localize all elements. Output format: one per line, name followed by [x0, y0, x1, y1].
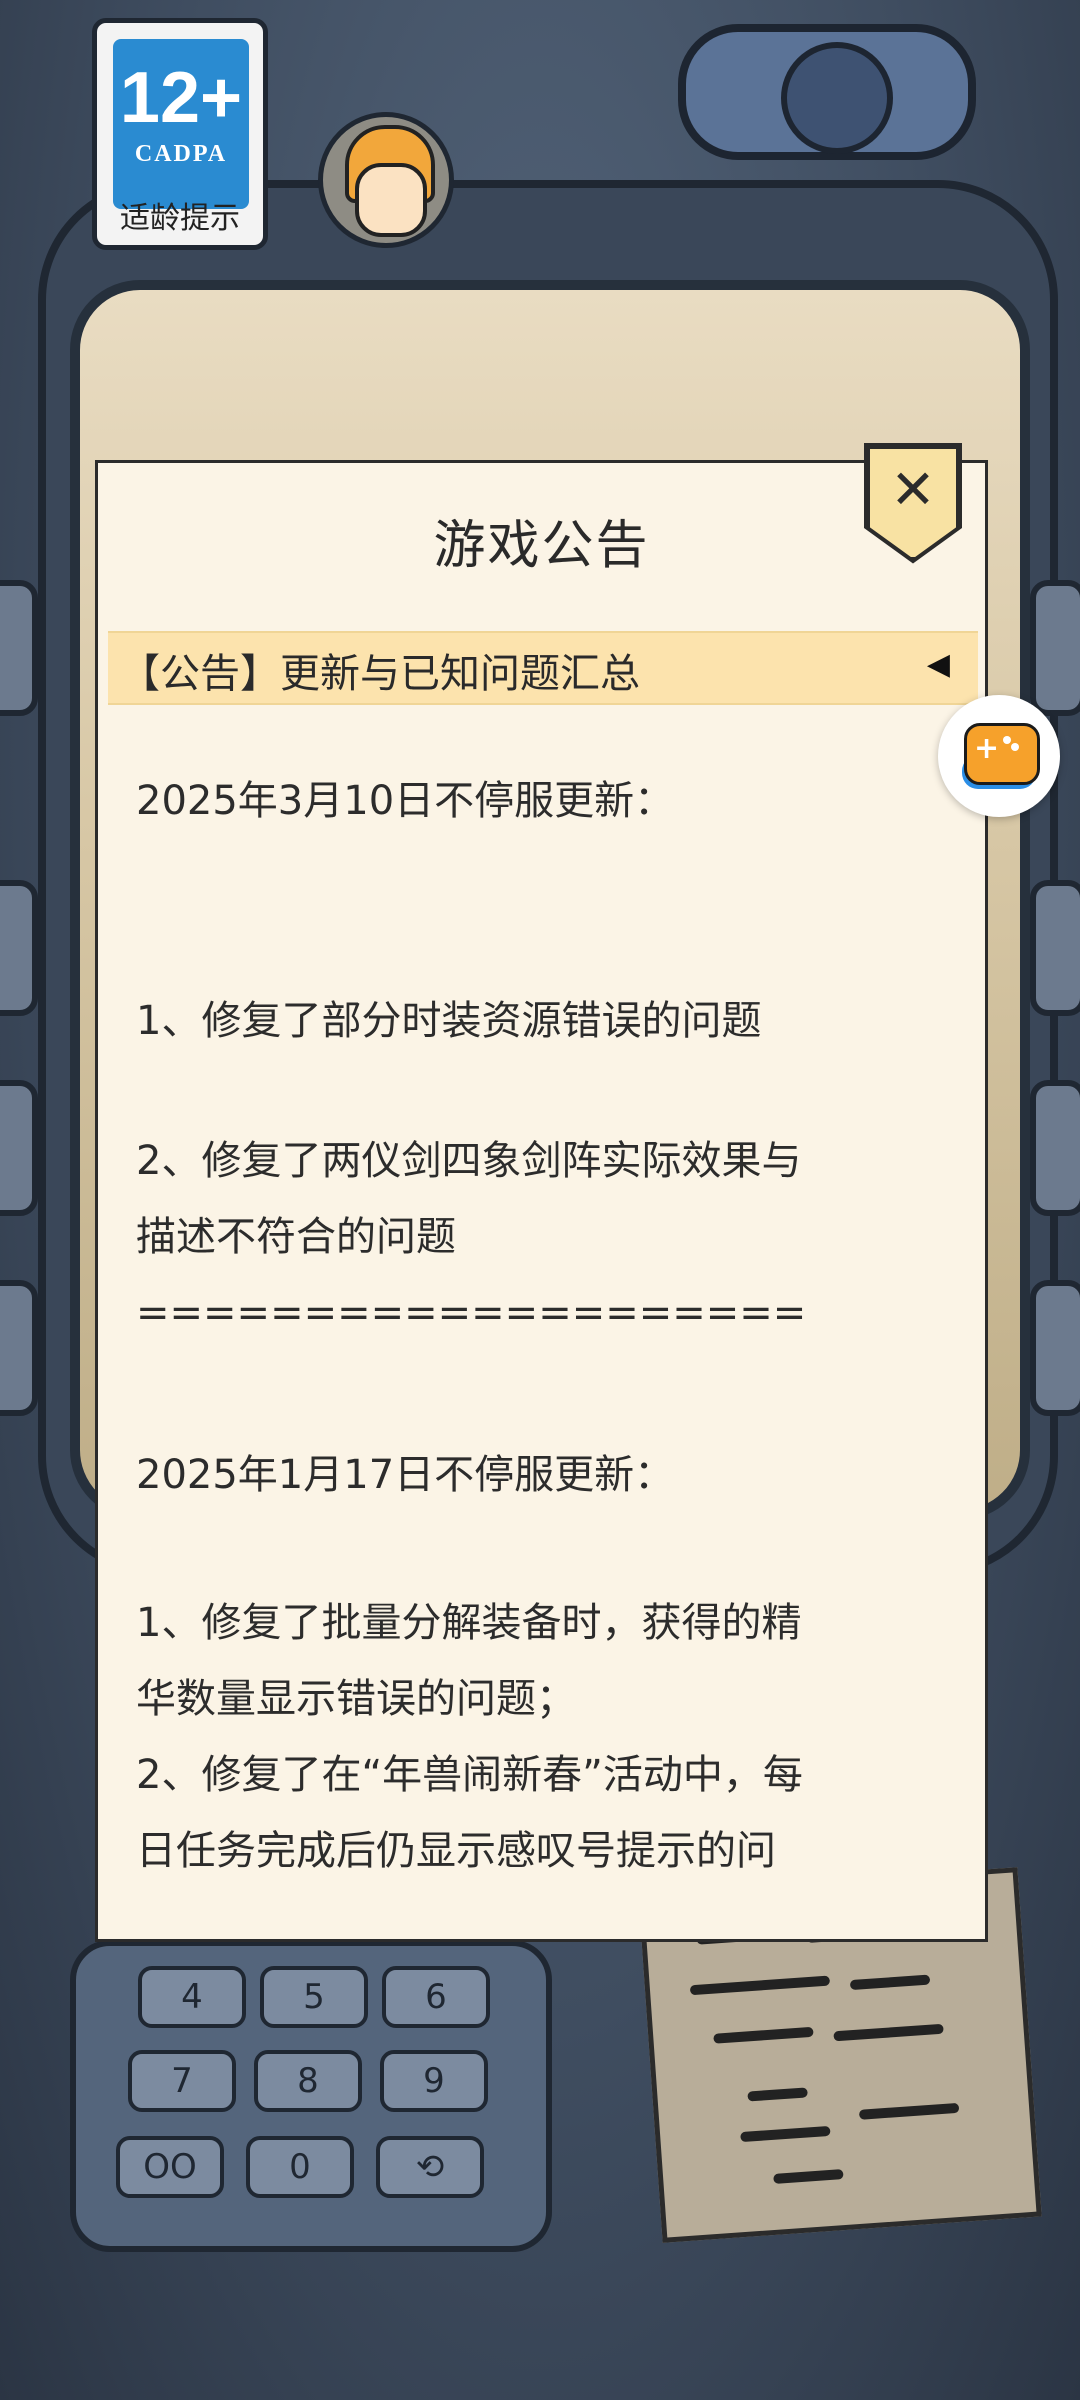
triangle-left-icon[interactable]: ◀ — [927, 647, 950, 682]
customer-service-avatar[interactable] — [318, 112, 454, 248]
age-rating-badge: 12+ CADPA 适龄提示 — [92, 18, 268, 250]
age-rating-panel: 12+ CADPA — [113, 39, 249, 209]
notice-title: 【公告】更新与已知问题汇总 — [120, 651, 640, 697]
gamepad-plus-icon: + — [974, 731, 1000, 766]
side-button-left-4 — [0, 1280, 38, 1416]
age-tip-label: 适龄提示 — [120, 201, 240, 236]
content-line: ==================== — [136, 1290, 807, 1336]
content-line: 2025年3月10日不停服更新： — [136, 778, 675, 824]
announcement-dialog: 游戏公告 ✕ 【公告】更新与已知问题汇总 ◀ 2025年3月10日不停服更新： … — [95, 443, 988, 1942]
content-line: 1、修复了批量分解装备时，获得的精 — [136, 1600, 802, 1646]
dialog-title: 游戏公告 — [433, 516, 650, 576]
content-line: 华数量显示错误的问题； — [136, 1676, 576, 1722]
side-button-left-2 — [0, 880, 38, 1016]
notice-header-row[interactable]: 【公告】更新与已知问题汇总 ◀ — [108, 631, 978, 705]
keypad-key: ⟲ — [376, 2136, 484, 2198]
keypad: 4 5 6 7 8 9 OO 0 ⟲ — [70, 1940, 552, 2252]
keypad-key: 9 — [380, 2050, 488, 2112]
camera-lens-icon — [781, 42, 893, 154]
close-icon: ✕ — [890, 458, 936, 521]
side-button-left-3 — [0, 1080, 38, 1216]
side-button-right-1 — [1030, 580, 1080, 716]
content-line: 日任务完成后仍显示感叹号提示的问 — [136, 1828, 776, 1874]
keypad-key: OO — [116, 2136, 224, 2198]
side-button-left-1 — [0, 580, 38, 716]
camera-knob — [678, 24, 976, 160]
keypad-key: 4 — [138, 1966, 246, 2028]
side-button-right-4 — [1030, 1280, 1080, 1416]
keypad-key: 6 — [382, 1966, 490, 2028]
content-line: 2、修复了在“年兽闹新春”活动中，每 — [136, 1752, 803, 1798]
avatar-face — [355, 163, 427, 237]
rating-org-label: CADPA — [134, 141, 228, 167]
floating-game-button[interactable]: + — [938, 695, 1060, 817]
content-line: 1、修复了部分时装资源错误的问题 — [136, 998, 762, 1044]
age-rating-label: 12+ — [119, 58, 243, 138]
keypad-key: 7 — [128, 2050, 236, 2112]
side-button-right-2 — [1030, 880, 1080, 1016]
content-line: 2025年1月17日不停服更新： — [136, 1452, 675, 1498]
keypad-key: 0 — [246, 2136, 354, 2198]
gamepad-dots-icon — [1003, 736, 1019, 751]
keypad-key: 5 — [260, 1966, 368, 2028]
keypad-key: 8 — [254, 2050, 362, 2112]
side-button-right-3 — [1030, 1080, 1080, 1216]
content-line: 2、修复了两仪剑四象剑阵实际效果与 — [136, 1138, 802, 1184]
content-line: 描述不符合的问题 — [136, 1214, 456, 1260]
